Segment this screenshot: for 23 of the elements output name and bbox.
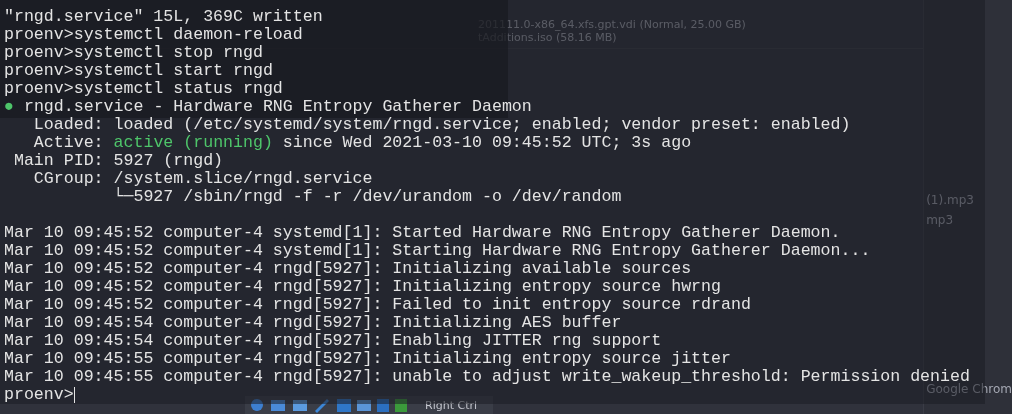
terminal-line: Mar 10 09:45:54 computer-4 rngd[5927]: Enabling JITTER rng support	[4, 332, 662, 350]
terminal-line: Main PID: 5927 (rngd)	[12, 152, 224, 170]
status-dot: ●	[4, 98, 14, 116]
terminal-line: rngd.service - Hardware RNG Entropy Gatherer Daemon	[22, 98, 532, 116]
terminal-line: Mar 10 09:45:52 computer-4 systemd[1]: Starting Hardware RNG Entropy Gatherer Daemon...	[4, 242, 871, 260]
terminal-line: Mar 10 09:45:52 computer-4 rngd[5927]: Failed to init entropy source rdrand	[4, 296, 751, 314]
terminal-line: proenv>systemctl stop rngd	[4, 44, 263, 62]
terminal-line: proenv>systemctl status rngd	[4, 80, 283, 98]
terminal-line: Mar 10 09:45:55 computer-4 rngd[5927]: Initializing entropy source jitter	[4, 350, 731, 368]
terminal-line: Mar 10 09:45:52 computer-4 rngd[5927]: Initializing entropy source hwrng	[4, 278, 721, 296]
host-key-label: Right Ctrl	[425, 398, 478, 412]
terminal-line: Mar 10 09:45:52 computer-4 systemd[1]: Started Hardware RNG Entropy Gatherer Daemon.	[4, 224, 841, 242]
terminal-line: Loaded: loaded (/etc/systemd/system/rngd.service; enabled; vendor preset: enabled)	[32, 116, 851, 134]
terminal-line: Active: active (running) since Wed 2021-03-10 09:45:52 UTC; 3s ago	[32, 134, 692, 152]
shell-prompt: proenv>	[4, 386, 74, 404]
terminal-line: "rngd.service" 15L, 369C written	[4, 8, 323, 26]
terminal-line: Mar 10 09:45:52 computer-4 rngd[5927]: Initializing available sources	[4, 260, 692, 278]
terminal-line: Mar 10 09:45:54 computer-4 rngd[5927]: Initializing AES buffer	[4, 314, 622, 332]
terminal-line: └─5927 /sbin/rngd -f -r /dev/urandom -o /dev/random	[112, 188, 622, 206]
text-cursor	[73, 387, 75, 403]
terminal-line: CGroup: /system.slice/rngd.service	[32, 170, 373, 188]
terminal-line: proenv>systemctl daemon-reload	[4, 26, 303, 44]
terminal-line: proenv>systemctl start rngd	[4, 62, 273, 80]
